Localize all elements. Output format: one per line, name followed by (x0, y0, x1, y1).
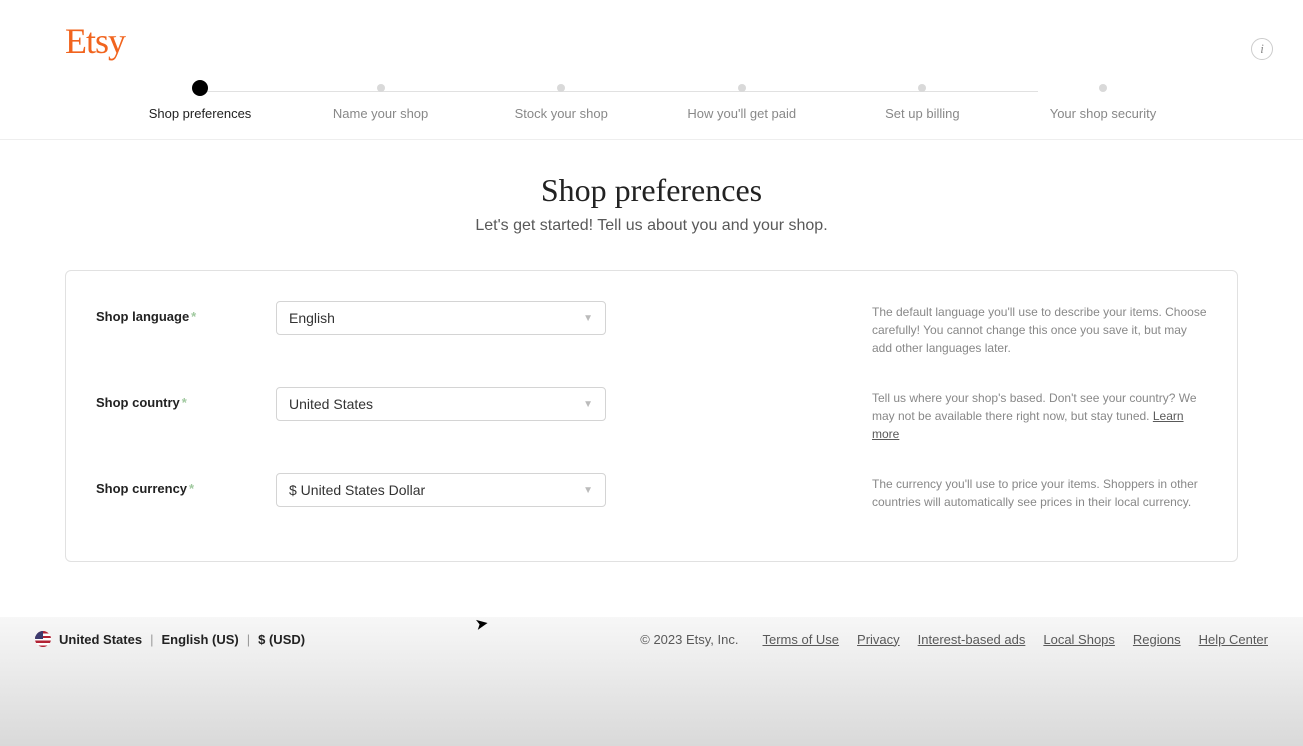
step-set-up-billing: Set up billing (852, 84, 992, 121)
shop-currency-select[interactable]: $ United States Dollar ▼ (276, 473, 606, 507)
row-shop-currency: Shop currency* $ United States Dollar ▼ … (96, 473, 1207, 511)
us-flag-icon (35, 631, 51, 647)
label-shop-country: Shop country* (96, 387, 276, 410)
select-value: English (289, 310, 335, 326)
step-label: How you'll get paid (687, 106, 796, 121)
separator: | (247, 632, 250, 647)
step-how-youll-get-paid: How you'll get paid (672, 84, 812, 121)
label-shop-currency: Shop currency* (96, 473, 276, 496)
footer-country: United States (59, 632, 142, 647)
step-shop-preferences[interactable]: Shop preferences (130, 84, 270, 121)
footer-links: © 2023 Etsy, Inc. Terms of Use Privacy I… (640, 632, 1268, 647)
privacy-link[interactable]: Privacy (857, 632, 900, 647)
local-shops-link[interactable]: Local Shops (1043, 632, 1115, 647)
footer-language: English (US) (161, 632, 238, 647)
step-label: Name your shop (333, 106, 428, 121)
step-label: Set up billing (885, 106, 959, 121)
help-center-link[interactable]: Help Center (1199, 632, 1268, 647)
select-value: United States (289, 396, 373, 412)
page-title: Shop preferences (0, 172, 1303, 209)
required-indicator: * (189, 481, 194, 496)
chevron-down-icon: ▼ (583, 399, 593, 410)
step-label: Shop preferences (149, 106, 252, 121)
help-shop-currency: The currency you'll use to price your it… (872, 473, 1207, 511)
shop-country-select[interactable]: United States ▼ (276, 387, 606, 421)
info-icon[interactable]: i (1251, 38, 1273, 60)
row-shop-country: Shop country* United States ▼ Tell us wh… (96, 387, 1207, 443)
required-indicator: * (191, 309, 196, 324)
step-dot-icon (1099, 84, 1107, 92)
row-shop-language: Shop language* English ▼ The default lan… (96, 301, 1207, 357)
copyright-text: © 2023 Etsy, Inc. (640, 632, 738, 647)
step-dot-icon (377, 84, 385, 92)
step-label: Your shop security (1050, 106, 1156, 121)
regions-link[interactable]: Regions (1133, 632, 1181, 647)
progress-stepper: Shop preferences Name your shop Stock yo… (65, 84, 1238, 121)
label-shop-language: Shop language* (96, 301, 276, 324)
header-divider (0, 139, 1303, 140)
terms-link[interactable]: Terms of Use (762, 632, 839, 647)
step-label: Stock your shop (515, 106, 608, 121)
header: Etsy i Shop preferences Name your shop S… (0, 0, 1303, 121)
help-shop-country: Tell us where your shop's based. Don't s… (872, 387, 1207, 443)
bottom-gradient (0, 661, 1303, 746)
step-name-your-shop: Name your shop (311, 84, 451, 121)
footer: United States | English (US) | $ (USD) ©… (0, 617, 1303, 661)
etsy-logo[interactable]: Etsy (65, 20, 1238, 62)
step-dot-icon (557, 84, 565, 92)
step-stock-your-shop: Stock your shop (491, 84, 631, 121)
select-value: $ United States Dollar (289, 482, 425, 498)
help-shop-language: The default language you'll use to descr… (872, 301, 1207, 357)
chevron-down-icon: ▼ (583, 313, 593, 324)
footer-currency: $ (USD) (258, 632, 305, 647)
footer-locale[interactable]: United States | English (US) | $ (USD) (35, 631, 305, 647)
preferences-form: Shop language* English ▼ The default lan… (65, 270, 1238, 562)
step-dot-icon (918, 84, 926, 92)
chevron-down-icon: ▼ (583, 485, 593, 496)
shop-language-select[interactable]: English ▼ (276, 301, 606, 335)
step-dot-icon (738, 84, 746, 92)
step-dot-icon (192, 80, 208, 96)
interest-based-ads-link[interactable]: Interest-based ads (918, 632, 1026, 647)
required-indicator: * (182, 395, 187, 410)
page-subtitle: Let's get started! Tell us about you and… (0, 217, 1303, 235)
page-heading: Shop preferences Let's get started! Tell… (0, 172, 1303, 235)
step-your-shop-security: Your shop security (1033, 84, 1173, 121)
separator: | (150, 632, 153, 647)
